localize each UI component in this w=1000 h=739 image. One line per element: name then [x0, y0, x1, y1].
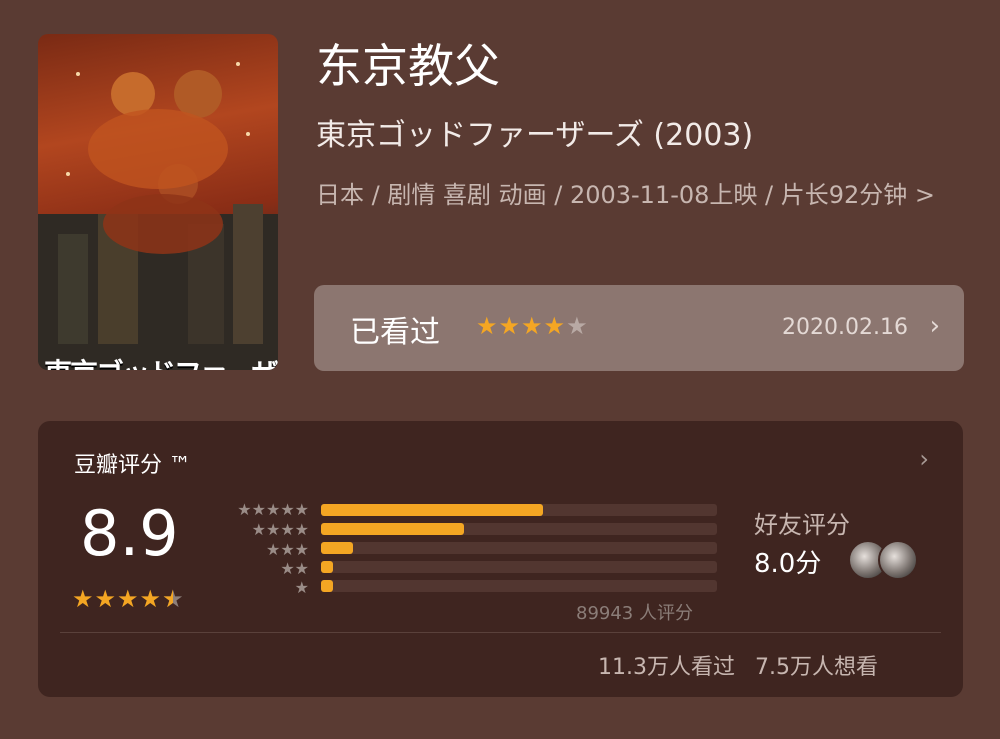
bar-2-stars: [321, 561, 717, 573]
bar-fill-4-stars: [321, 523, 464, 535]
star-icon: ★: [72, 585, 95, 613]
original-title: 東京ゴッドファーザーズ (2003): [316, 118, 754, 153]
rating-score: 8.9: [80, 497, 179, 570]
rating-stars: ★★★★★: [72, 585, 185, 613]
bar-fill-3-stars: [321, 542, 353, 554]
bar-4-stars: [321, 523, 717, 535]
friends-rating-label: 好友评分: [754, 511, 850, 539]
star-icon: ★: [543, 312, 567, 340]
rating-count: 89943 人评分: [576, 603, 693, 624]
poster-title: 東京ゴッドファーザーズ: [44, 352, 278, 370]
watched-label: 已看过: [350, 315, 440, 350]
bar-label-3-stars: ★★★: [265, 540, 309, 559]
star-icon: ★: [117, 585, 140, 613]
watched-date: 2020.02.16: [782, 315, 908, 340]
star-icon: ★: [521, 312, 544, 340]
bar-label-5-stars: ★★★★★: [237, 500, 309, 519]
friends-rating-score: 8.0分: [754, 549, 822, 579]
movie-title: 东京教父: [316, 39, 500, 93]
chevron-right-icon[interactable]: ›: [919, 445, 929, 473]
bar-3-stars: [321, 542, 717, 554]
bar-label-1-star: ★: [294, 578, 309, 597]
bar-label-2-stars: ★★: [280, 559, 309, 578]
want-count-link[interactable]: 7.5万人想看: [755, 655, 878, 680]
poster-art: [38, 62, 278, 370]
star-icon: ★: [476, 312, 499, 340]
bar-fill-5-stars: [321, 504, 543, 516]
watched-status-button[interactable]: 已看过 ★★★★★ 2020.02.16 ›: [314, 285, 964, 371]
bar-1-star: [321, 580, 717, 592]
bar-5-stars: [321, 504, 717, 516]
movie-poster[interactable]: 東京ゴッドファーザーズ: [38, 34, 278, 370]
audience-stats: 11.3万人看过 7.5万人想看: [598, 649, 878, 681]
star-empty-icon: ★: [566, 312, 589, 340]
star-half-icon: ★: [162, 585, 185, 613]
watched-count-link[interactable]: 11.3万人看过: [598, 655, 735, 680]
star-icon: ★: [139, 585, 163, 613]
movie-meta-link[interactable]: 日本 / 剧情 喜剧 动画 / 2003-11-08上映 / 片长92分钟 >: [316, 178, 966, 212]
rating-title: 豆瓣评分 ™: [74, 453, 191, 478]
douban-rating-card[interactable]: 豆瓣评分 ™ › 8.9 ★★★★★ ★★★★★ ★★★★ ★★★ ★★ ★ 8…: [38, 421, 963, 697]
bar-label-4-stars: ★★★★: [251, 520, 309, 539]
bar-fill-2-stars: [321, 561, 333, 573]
chevron-right-icon: ›: [929, 311, 940, 341]
star-icon: ★: [94, 585, 118, 613]
bar-fill-1-star: [321, 580, 333, 592]
my-rating-stars: ★★★★★: [476, 312, 589, 340]
divider: [60, 632, 941, 633]
star-icon: ★: [498, 312, 522, 340]
avatar[interactable]: [878, 540, 918, 580]
